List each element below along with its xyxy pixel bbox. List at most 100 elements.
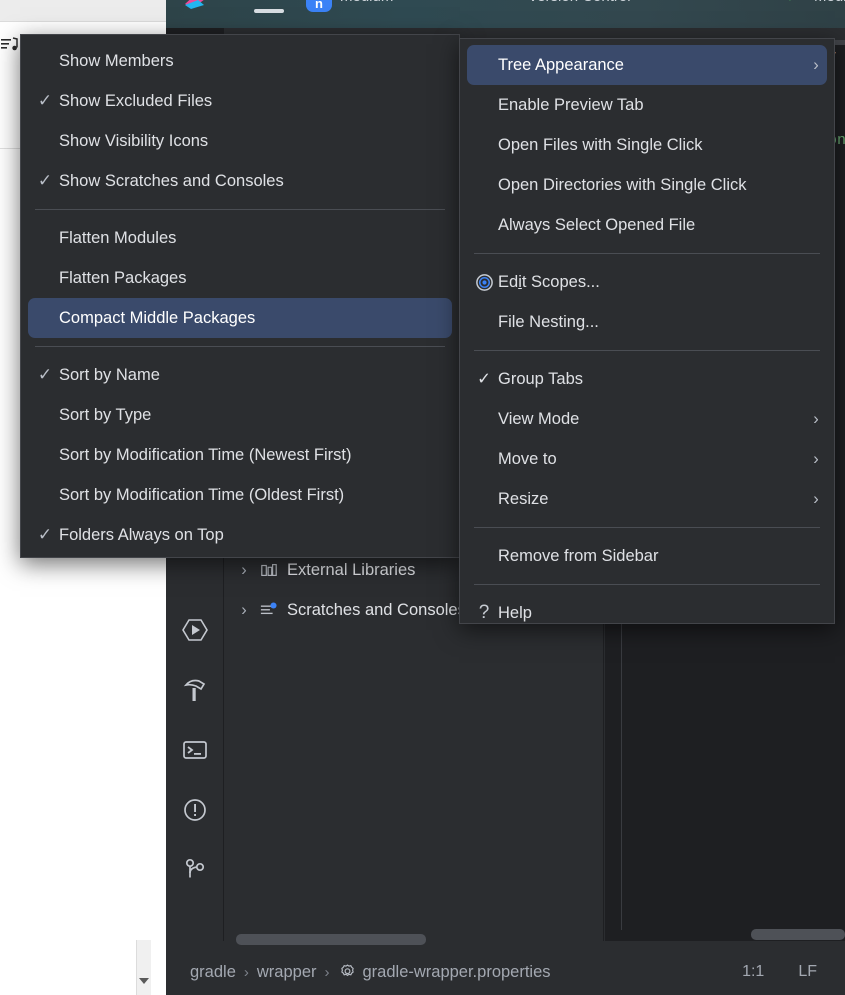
breadcrumb-file-name[interactable]: gradle-wrapper.properties (363, 963, 551, 982)
menu-item-label: Enable Preview Tab (498, 95, 644, 114)
project-chip-icon[interactable]: n (306, 0, 332, 12)
chevron-right-icon[interactable]: › (236, 561, 252, 579)
menu-item-label: Always Select Opened File (498, 215, 696, 234)
menu-item-show-visibility-icons[interactable]: Show Visibility Icons (21, 121, 459, 161)
menu-separator (474, 253, 820, 254)
menu-item-flatten-packages[interactable]: Flatten Packages (21, 258, 459, 298)
check-mark-icon: ✓ (477, 370, 491, 388)
menu-item-open-directories-with-single-click[interactable]: Open Directories with Single Click (460, 165, 834, 205)
status-bar: gradle › wrapper › gradle-wrapper.proper… (166, 949, 845, 995)
menu-item-label: Show Members (59, 51, 174, 70)
menu-item-label: Open Files with Single Click (498, 135, 703, 154)
menu-item-label: Sort by Modification Time (Oldest First) (59, 485, 345, 504)
menu-item-label: Move to (498, 449, 557, 468)
check-mark-icon: ✓ (37, 91, 53, 110)
breadcrumb-separator: › (324, 963, 330, 981)
menu-item-show-members[interactable]: Show Members (21, 41, 459, 81)
jetbrains-logo-icon (182, 0, 208, 12)
menu-item-tree-appearance[interactable]: Tree Appearance › (467, 45, 827, 85)
collapse-toolbar-button[interactable] (254, 9, 284, 13)
menu-item-file-nesting[interactable]: File Nesting... (460, 302, 834, 342)
menu-item-remove-from-sidebar[interactable]: Remove from Sidebar (460, 536, 834, 576)
menu-item-open-files-with-single-click[interactable]: Open Files with Single Click (460, 125, 834, 165)
menu-item-label: File Nesting... (498, 312, 599, 331)
breadcrumb-item-wrapper[interactable]: wrapper (257, 963, 317, 982)
menu-item-sort-by-type[interactable]: Sort by Type (21, 395, 459, 435)
chevron-right-icon: › (813, 489, 819, 508)
menu-item-edit-scopes[interactable]: Edit Scopes... (460, 262, 834, 302)
background-window-titlebar (0, 0, 166, 22)
menu-item-label: Remove from Sidebar (498, 546, 659, 565)
menu-item-label: Show Scratches and Consoles (59, 171, 284, 190)
breadcrumb-item-gradle[interactable]: gradle (190, 963, 236, 982)
menu-separator (35, 346, 445, 347)
menu-item-move-to[interactable]: Move to › (460, 439, 834, 479)
scroll-down-arrow-icon[interactable] (139, 978, 149, 984)
scratches-icon (258, 600, 280, 620)
version-control-label[interactable]: Version Control (528, 0, 631, 5)
chevron-right-icon: › (813, 55, 819, 74)
ide-main-toolbar: n medium Version Control Medium (166, 0, 845, 28)
tree-appearance-submenu-panel[interactable]: Show Members ✓ Show Excluded Files Show … (20, 34, 460, 558)
menu-item-label: Help (498, 603, 532, 622)
tree-item-label: Scratches and Consoles (287, 600, 466, 619)
editor-horizontal-scrollbar[interactable] (751, 929, 845, 940)
branch-name-label[interactable]: Medium (814, 0, 845, 5)
menu-item-enable-preview-tab[interactable]: Enable Preview Tab (460, 85, 834, 125)
chevron-right-icon[interactable]: › (236, 601, 252, 619)
line-separator-label[interactable]: LF (798, 963, 817, 981)
menu-item-label: Resize (498, 489, 549, 508)
project-view-options-menu[interactable]: Tree Appearance › Enable Preview Tab Ope… (459, 38, 835, 624)
menu-item-sort-by-modification-time-newest-first[interactable]: Sort by Modification Time (Newest First) (21, 435, 459, 475)
status-bar-right: 1:1 LF (742, 963, 845, 981)
project-horizontal-scrollbar[interactable] (236, 934, 426, 945)
menu-item-label: Folders Always on Top (59, 525, 224, 544)
menu-item-label: Sort by Type (59, 405, 152, 424)
properties-gear-icon (338, 963, 357, 982)
menu-item-label: Open Directories with Single Click (498, 175, 747, 194)
menu-item-label: Edit Scopes... (498, 272, 600, 291)
menu-item-compact-middle-packages[interactable]: Compact Middle Packages (28, 298, 452, 338)
caret-position-label[interactable]: 1:1 (742, 963, 764, 981)
menu-item-help[interactable]: ? Help (460, 593, 834, 633)
version-control-branch-icon[interactable] (179, 854, 211, 886)
menu-item-label: View Mode (498, 409, 580, 428)
menu-item-always-select-opened-file[interactable]: Always Select Opened File (460, 205, 834, 245)
menu-separator (474, 350, 820, 351)
menu-item-label: Sort by Modification Time (Newest First) (59, 445, 352, 464)
menu-separator (474, 584, 820, 585)
check-mark-icon: ✓ (37, 171, 53, 190)
git-branch-icon (788, 0, 810, 8)
chevron-right-icon: › (813, 409, 819, 428)
help-question-icon: ? (478, 602, 490, 623)
menu-item-label: Show Excluded Files (59, 91, 213, 110)
menu-item-resize[interactable]: Resize › (460, 479, 834, 519)
menu-item-show-excluded-files[interactable]: ✓ Show Excluded Files (21, 81, 459, 121)
check-mark-icon: ✓ (37, 525, 53, 544)
menu-item-view-mode[interactable]: View Mode › (460, 399, 834, 439)
run-icon[interactable] (179, 614, 211, 646)
menu-item-label: Sort by Name (59, 365, 160, 384)
library-icon (258, 560, 280, 580)
scopes-circle-icon (470, 273, 498, 292)
menu-item-group-tabs[interactable]: ✓ Group Tabs (460, 359, 834, 399)
problems-icon[interactable] (179, 794, 211, 826)
menu-item-show-scratches-and-consoles[interactable]: ✓ Show Scratches and Consoles (21, 161, 459, 201)
screenshot-root: n medium Version Control Medium (0, 0, 845, 995)
check-mark-icon: ✓ (37, 365, 53, 384)
breadcrumb-separator: › (243, 963, 249, 981)
menu-item-flatten-modules[interactable]: Flatten Modules (21, 218, 459, 258)
menu-item-label: Flatten Modules (59, 228, 177, 247)
menu-separator (474, 527, 820, 528)
tree-item-label: External Libraries (287, 560, 416, 579)
menu-item-sort-by-modification-time-oldest-first[interactable]: Sort by Modification Time (Oldest First) (21, 475, 459, 515)
menu-item-label: Compact Middle Packages (59, 308, 256, 327)
project-name-label[interactable]: medium (340, 0, 393, 5)
menu-item-label: Group Tabs (498, 369, 583, 388)
terminal-icon[interactable] (179, 734, 211, 766)
menu-item-sort-by-name[interactable]: ✓ Sort by Name (21, 355, 459, 395)
menu-item-folders-always-on-top[interactable]: ✓ Folders Always on Top (21, 515, 459, 555)
background-window-scrollbar[interactable] (136, 940, 151, 995)
build-hammer-icon[interactable] (179, 674, 211, 706)
menu-item-label: Flatten Packages (59, 268, 187, 287)
